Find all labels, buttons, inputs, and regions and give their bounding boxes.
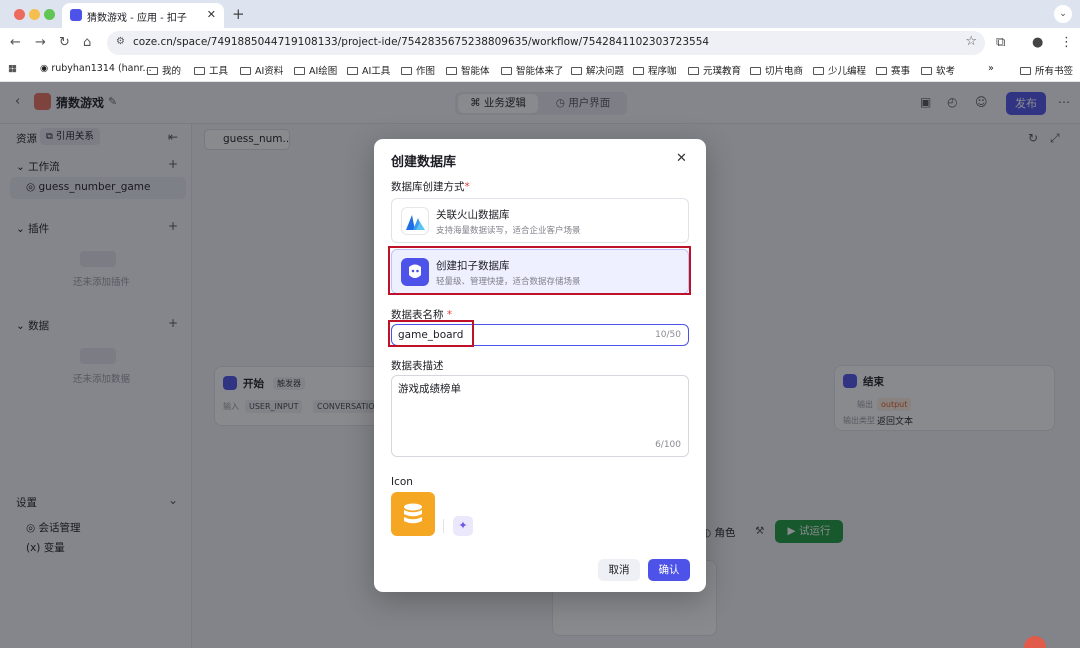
browser-menu-icon[interactable]: ⋮ xyxy=(1060,35,1073,50)
minimize-window-button[interactable] xyxy=(29,9,40,20)
apps-grid-icon[interactable]: ▦ xyxy=(8,63,17,74)
dialog-title: 创建数据库 xyxy=(391,155,457,170)
highlight-table-name xyxy=(388,320,474,347)
bookmark-folder[interactable]: 元璞教育 xyxy=(688,63,741,77)
database-icon[interactable] xyxy=(391,492,435,536)
bookmark-folder[interactable]: 少儿编程 xyxy=(813,63,866,77)
bookmark-folder[interactable]: AI绘图 xyxy=(294,63,337,77)
close-window-button[interactable] xyxy=(14,9,25,20)
bookmark-folder[interactable]: 工具 xyxy=(194,63,228,77)
maximize-window-button[interactable] xyxy=(44,9,55,20)
extensions-icon[interactable]: ⧉ xyxy=(996,35,1005,50)
bookmark-folder[interactable]: 解决问题 xyxy=(571,63,624,77)
tab-title: 猜数游戏 - 应用 - 扣子 xyxy=(87,13,187,24)
table-desc-value: 游戏成绩榜单 xyxy=(398,383,461,395)
create-database-dialog: 创建数据库 ✕ 数据库创建方式* 关联火山数据库 支持海量数据读写，适合企业客户… xyxy=(374,139,706,592)
site-info-icon[interactable]: ⚙ xyxy=(116,36,125,47)
bookmark-folder[interactable]: 作图 xyxy=(401,63,435,77)
option1-title: 关联火山数据库 xyxy=(436,209,510,221)
ai-generate-icon[interactable]: ✦ xyxy=(453,516,473,536)
reload-icon[interactable]: ↻ xyxy=(59,35,70,50)
table-desc-textarea[interactable]: 游戏成绩榜单 6/100 xyxy=(391,375,689,457)
home-icon[interactable]: ⌂ xyxy=(83,35,91,50)
close-icon[interactable]: ✕ xyxy=(676,151,687,166)
bookmark-folder[interactable]: AI工具 xyxy=(347,63,390,77)
bookmarks-overflow-icon[interactable]: » xyxy=(988,63,994,74)
table-desc-label: 数据表描述 xyxy=(391,360,444,372)
highlight-coze-option xyxy=(388,246,691,295)
bookmark-folder[interactable]: 软考 xyxy=(921,63,955,77)
all-bookmarks-folder[interactable]: 所有书签 xyxy=(1020,63,1073,77)
bookmark-folder[interactable]: 切片电商 xyxy=(750,63,803,77)
cancel-button[interactable]: 取消 xyxy=(598,559,640,581)
address-toolbar: ← → ↻ ⌂ ⚙ coze.cn/space/7491885044719108… xyxy=(0,28,1080,58)
bookmark-folder[interactable]: 智能体来了 xyxy=(501,63,564,77)
bookmarks-bar: ▦ ◉ rubyhan1314 (hanr... 我的 工具 AI资料 AI绘图… xyxy=(0,58,1080,82)
icon-divider xyxy=(443,519,444,533)
browser-tab[interactable]: 猜数游戏 - 应用 - 扣子 ✕ xyxy=(62,3,224,28)
url-text[interactable]: coze.cn/space/7491885044719108133/projec… xyxy=(133,36,709,48)
confirm-button[interactable]: 确认 xyxy=(648,559,690,581)
icon-label: Icon xyxy=(391,476,413,488)
browser-tab-bar: 猜数游戏 - 应用 - 扣子 ✕ + ⌄ xyxy=(0,0,1080,28)
option-volcano-database[interactable]: 关联火山数据库 支持海量数据读写，适合企业客户场景 xyxy=(391,198,689,243)
bookmark-folder[interactable]: 智能体 xyxy=(446,63,490,77)
address-bar[interactable]: ⚙ coze.cn/space/7491885044719108133/proj… xyxy=(107,31,985,55)
back-icon[interactable]: ← xyxy=(10,35,21,50)
profile-icon[interactable]: ● xyxy=(1032,35,1043,50)
bookmark-folder[interactable]: AI资料 xyxy=(240,63,283,77)
forward-icon[interactable]: → xyxy=(35,35,46,50)
table-name-counter: 10/50 xyxy=(655,330,681,340)
creation-method-label: 数据库创建方式* xyxy=(391,181,470,193)
bookmark-star-icon[interactable]: ☆ xyxy=(965,34,977,49)
option1-desc: 支持海量数据读写，适合企业客户场景 xyxy=(436,226,581,236)
tab-search-icon[interactable]: ⌄ xyxy=(1054,5,1072,23)
bookmark-github[interactable]: ◉ rubyhan1314 (hanr... xyxy=(40,63,152,74)
coze-favicon-icon xyxy=(70,9,82,21)
bookmark-folder[interactable]: 赛事 xyxy=(876,63,910,77)
bookmark-folder[interactable]: 我的 xyxy=(147,63,181,77)
table-desc-counter: 6/100 xyxy=(655,440,681,450)
new-tab-icon[interactable]: + xyxy=(232,5,245,23)
volcano-logo-icon xyxy=(401,207,429,235)
close-tab-icon[interactable]: ✕ xyxy=(207,8,216,21)
bookmark-folder[interactable]: 程序咖 xyxy=(633,63,677,77)
